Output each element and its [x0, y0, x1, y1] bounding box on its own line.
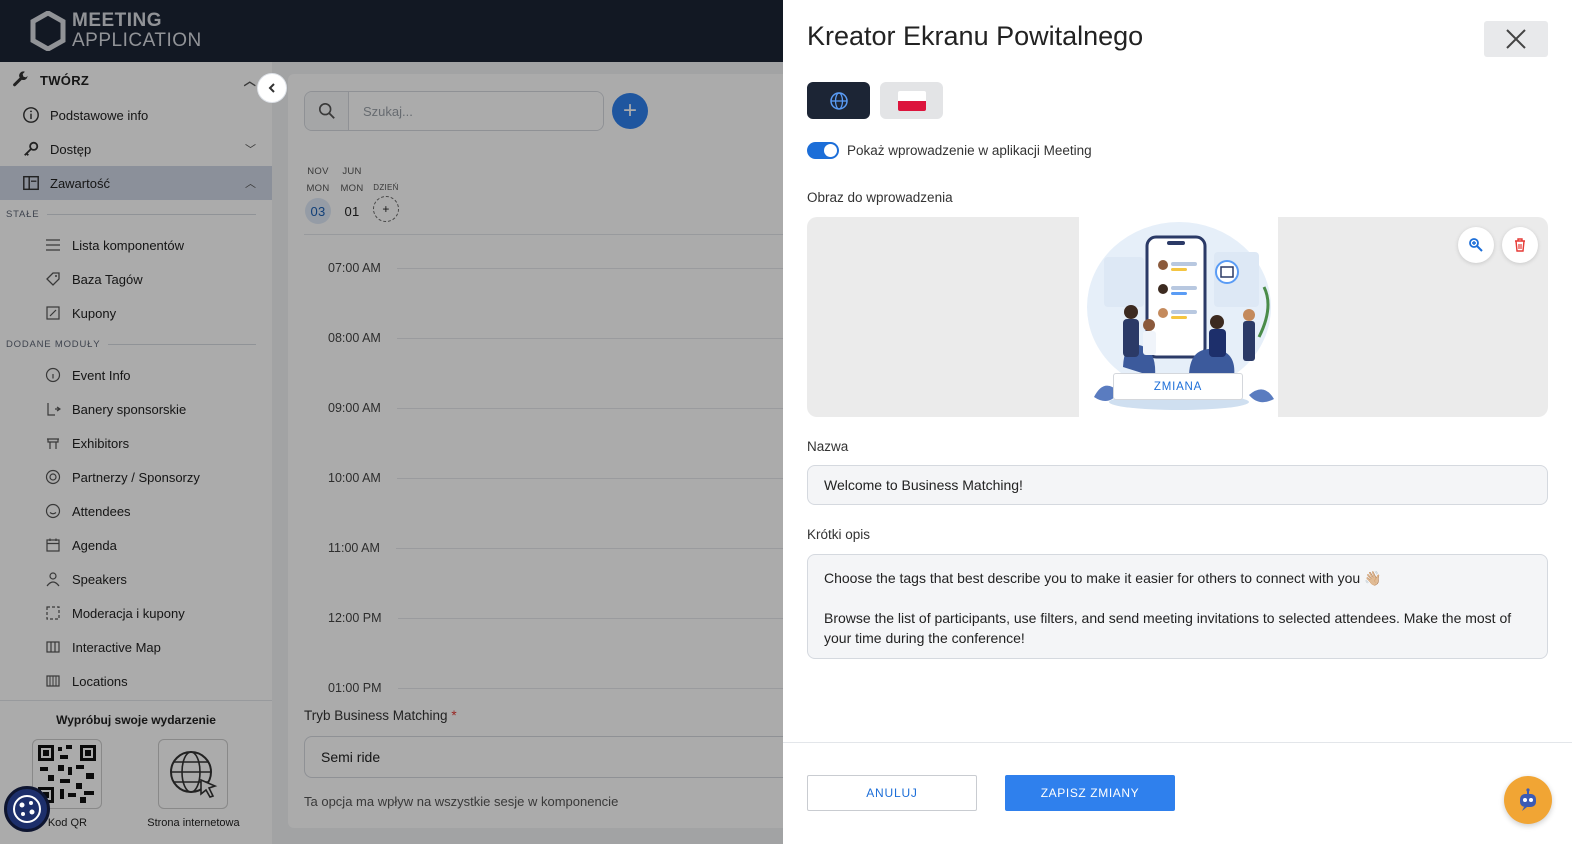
poland-flag-icon — [897, 90, 926, 111]
intro-image-box: ZMIANA — [807, 217, 1548, 417]
globe-icon — [829, 91, 848, 110]
chevron-left-icon — [268, 83, 275, 93]
trash-icon — [1515, 238, 1525, 252]
image-change-button[interactable]: ZMIANA — [1113, 373, 1243, 400]
close-button[interactable] — [1484, 21, 1548, 57]
cancel-button[interactable]: ANULUJ — [807, 775, 977, 811]
description-textarea[interactable]: Choose the tags that best describe you t… — [807, 554, 1548, 659]
sidebar-collapse-button[interactable] — [257, 73, 287, 103]
image-zoom-button[interactable] — [1458, 227, 1494, 263]
name-field[interactable]: Welcome to Business Matching! — [807, 465, 1548, 505]
chat-assistant-button[interactable] — [1504, 776, 1552, 824]
show-intro-toggle-row: Pokaż wprowadzenie w aplikacji Meeting — [807, 142, 1092, 159]
language-polish-button[interactable] — [880, 82, 943, 119]
description-line: Choose the tags that best describe you t… — [824, 570, 1382, 586]
drawer-title: Kreator Ekranu Powitalnego — [807, 21, 1144, 51]
show-intro-toggle[interactable] — [807, 142, 839, 159]
name-label: Nazwa — [807, 439, 849, 454]
show-intro-label: Pokaż wprowadzenie w aplikacji Meeting — [847, 143, 1092, 158]
description-line: Browse the list of participants, use fil… — [824, 610, 1512, 646]
robot-chat-icon — [1520, 788, 1536, 811]
name-value: Welcome to Business Matching! — [824, 477, 1023, 493]
zoom-icon — [1469, 238, 1483, 252]
modal-backdrop[interactable] — [0, 0, 783, 844]
welcome-screen-drawer: Kreator Ekranu Powitalnego Pokaż wprowad… — [783, 0, 1572, 844]
cookie-settings-button[interactable] — [4, 786, 50, 832]
description-label: Krótki opis — [807, 527, 871, 542]
image-label: Obraz do wprowadzenia — [807, 190, 953, 205]
language-default-button[interactable] — [807, 82, 870, 119]
footer-divider — [783, 742, 1572, 743]
close-icon — [1506, 29, 1526, 49]
save-button[interactable]: ZAPISZ ZMIANY — [1005, 775, 1175, 811]
image-delete-button[interactable] — [1502, 227, 1538, 263]
cookie-icon — [13, 795, 41, 823]
